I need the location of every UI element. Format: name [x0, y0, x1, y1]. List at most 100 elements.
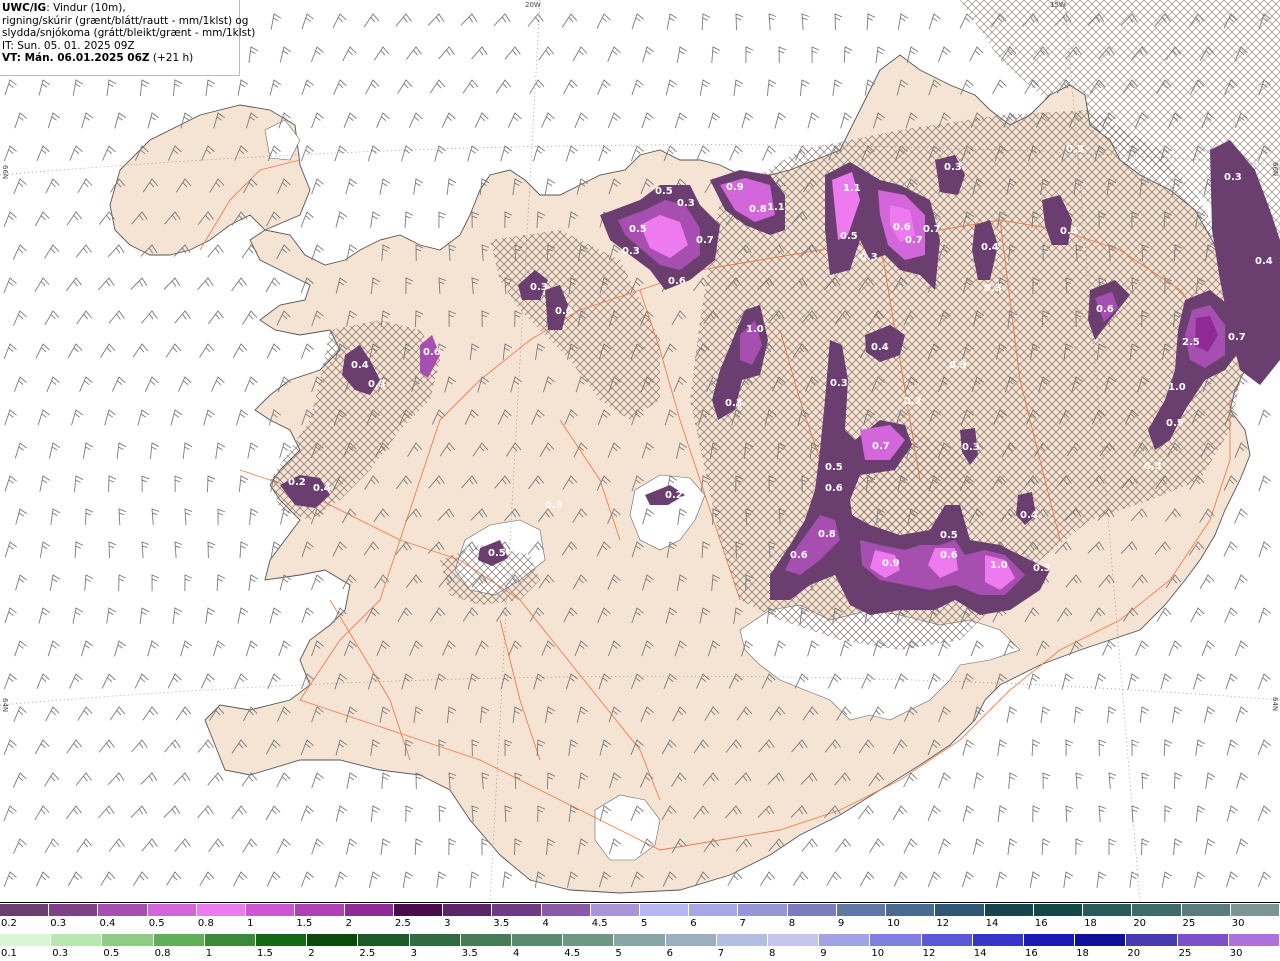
rain-swatch	[1024, 934, 1076, 946]
valid-time: VT: Mán. 06.01.2025 06Z	[2, 52, 150, 65]
snow-tick-label: 12	[936, 918, 950, 929]
snow-swatch	[492, 904, 542, 916]
issue-time: IT: Sun. 05. 01. 2025 09Z	[2, 39, 135, 52]
map-info-box: UWC/IG: Vindur (10m), rigning/skúrir (gr…	[0, 0, 256, 76]
snow-tick-label: 0.4	[99, 918, 116, 929]
rain-swatch	[665, 934, 717, 946]
rain-swatch	[0, 934, 52, 946]
snow-tick-label: 10	[887, 918, 900, 929]
rain-tick-label: 12	[922, 948, 936, 959]
snow-tick-label: 2	[345, 918, 352, 929]
snow-tick-label: 3	[444, 918, 451, 929]
value-02-b: 0.2	[288, 477, 306, 488]
rain-tick-label: 4.5	[564, 948, 581, 959]
value-06-c: 0.6	[555, 306, 573, 317]
rain-swatch	[768, 934, 820, 946]
snow-swatch	[393, 904, 444, 916]
snow-swatch	[49, 904, 99, 916]
value-06-h: 0.6	[940, 550, 958, 561]
snow-swatch	[1033, 904, 1084, 916]
rain-swatch	[460, 934, 512, 946]
value-11-a: 1.1	[767, 202, 785, 213]
snow-tick-label: 1	[247, 918, 254, 929]
value-04-g: 0.4	[313, 483, 331, 494]
rain-tick-label: 5	[615, 948, 622, 959]
snow-swatch	[836, 904, 887, 916]
value-04-c: 0.4	[1255, 256, 1273, 267]
snow-tick-label: 0.3	[50, 918, 67, 929]
snow-tick-label: 25	[1182, 918, 1196, 929]
rain-swatch	[1177, 934, 1229, 946]
value-25: 2.5	[1182, 337, 1200, 348]
value-07-d: 0.7	[872, 441, 890, 452]
value-10-a: 1.0	[746, 324, 764, 335]
value-03-c: 0.3	[944, 162, 962, 173]
snow-tick-label: 16	[1034, 918, 1048, 929]
snow-color-bar	[0, 904, 1280, 917]
snow-swatch	[147, 904, 197, 916]
rain-swatch	[153, 934, 205, 946]
value-10-b: 1.0	[990, 560, 1008, 571]
snow-tick-label: 6	[690, 918, 697, 929]
value-03-l: 0.3	[962, 442, 980, 453]
title-line-3: slydda/snjókoma (grátt/bleikt/grænt - mm…	[2, 27, 256, 40]
rain-tick-label: 2.5	[359, 948, 376, 959]
rain-swatch	[614, 934, 666, 946]
snow-swatch	[541, 904, 591, 916]
lon-label-15w: 15W	[1050, 1, 1066, 9]
snow-swatch	[886, 904, 936, 916]
value-04-e: 0.4	[871, 342, 889, 353]
rain-swatch	[51, 934, 103, 946]
value-03-f: 0.3	[368, 379, 386, 390]
snow-swatch	[1230, 904, 1280, 916]
rain-tick-label: 4	[513, 948, 520, 959]
snow-tick-label: 2.5	[394, 918, 411, 929]
snow-tick-label: 4.5	[591, 918, 608, 929]
rain-tick-label: 1.5	[257, 948, 273, 959]
lead-time: (+21 h)	[149, 52, 194, 65]
snow-swatch	[98, 904, 148, 916]
model-name: UWC/IG	[2, 2, 47, 14]
rain-swatch	[102, 934, 154, 946]
rain-tick-label: 3.5	[461, 948, 478, 959]
value-08-a: 0.8	[749, 204, 767, 215]
value-09-b: 0.9	[882, 558, 900, 569]
value-07-a: 0.7	[696, 235, 714, 246]
rain-tick-label: 0.1	[1, 948, 17, 959]
snow-tick-label: 0.2	[1, 918, 17, 929]
snow-swatch	[1132, 904, 1182, 916]
snow-swatch	[1083, 904, 1133, 916]
snow-tick-label: 8	[788, 918, 796, 929]
rain-swatch	[1228, 934, 1280, 946]
snow-tick-label: 20	[1133, 918, 1147, 929]
snow-tick-label: 1.5	[296, 918, 313, 929]
value-02-a: 0.2	[904, 396, 922, 407]
rain-swatch	[204, 934, 256, 946]
value-03-p: 0.3	[860, 252, 878, 263]
rain-tick-label: 6	[666, 948, 673, 959]
value-06-g: 0.6	[790, 550, 808, 561]
rain-swatch	[1075, 934, 1127, 946]
snow-tick-label: 14	[985, 918, 999, 929]
value-03-b: 0.3	[622, 246, 640, 257]
snow-swatch	[196, 904, 247, 916]
snow-tick-label: 0.5	[148, 918, 165, 929]
value-03-g: 0.3	[530, 282, 548, 293]
rain-tick-label: 2	[308, 948, 315, 959]
title-line-2: rigning/skúrir (grænt/blátt/rautt - mm/1…	[2, 14, 249, 27]
value-03-e: 0.3	[1224, 172, 1242, 183]
snow-tick-label: 7	[739, 918, 746, 929]
snow-swatch	[0, 904, 50, 916]
rain-tick-label: 20	[1127, 948, 1141, 959]
weather-map[interactable]: 0.5 0.3 0.9 0.8 1.1 0.5 0.7 0.3 0.6 1.1 …	[0, 0, 1280, 902]
snow-swatch	[689, 904, 739, 916]
rain-swatch	[870, 934, 922, 946]
snow-swatch	[590, 904, 640, 916]
rain-swatch	[716, 934, 768, 946]
rain-swatch	[563, 934, 615, 946]
value-05-e: 0.5	[940, 530, 958, 541]
value-03-m: 0.3	[545, 500, 563, 511]
rain-swatch	[819, 934, 871, 946]
rain-color-bar	[0, 934, 1280, 947]
value-03-h: 0.3	[949, 360, 967, 371]
